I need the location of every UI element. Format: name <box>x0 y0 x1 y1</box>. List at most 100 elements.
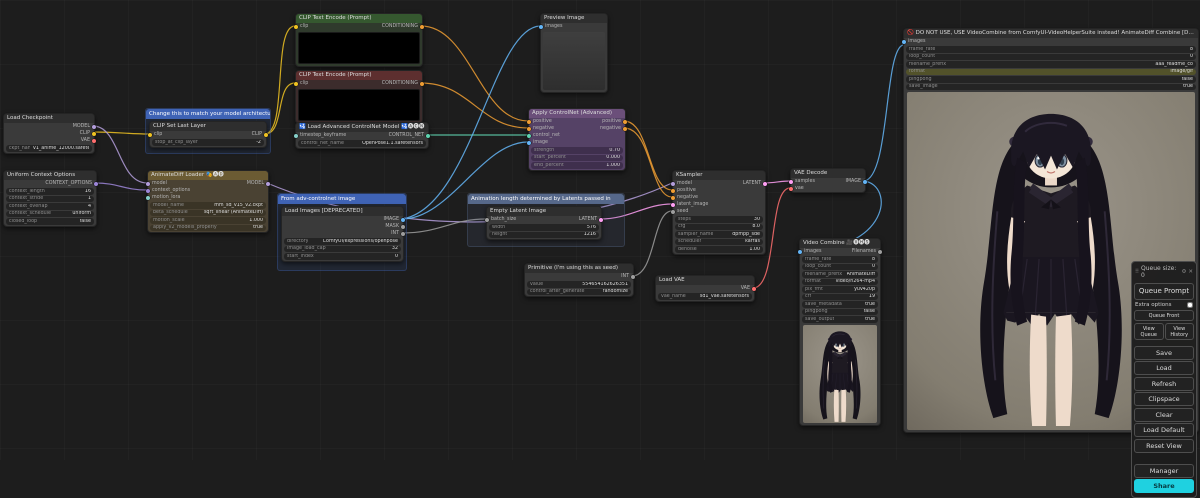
queue-front-button[interactable]: Queue Front <box>1134 310 1194 321</box>
load-adv-controlnet-widget-control_net_name[interactable]: control_net_name OpenPose1.1.safetensors <box>298 140 426 147</box>
empty-latent-image-widget-height[interactable]: height 1216 <box>489 231 599 238</box>
empty-latent-image-widget-width[interactable]: width 576 <box>489 224 599 231</box>
vae-decode[interactable]: VAE Decode samples IMAGE vae <box>789 168 867 193</box>
uniform-context-options-widget-context_overlap[interactable]: context_overlap 4 <box>6 203 94 210</box>
load-vae[interactable]: Load VAE VAE vae_name sd1_vae.safetensors <box>655 275 756 302</box>
refresh-button[interactable]: Refresh <box>1134 376 1194 391</box>
animatediff-loader-widget-apply_v2_models_properly[interactable]: apply_v2_models_properly true <box>150 224 266 231</box>
animatediff-combine-deprecated-widget-save_image[interactable]: save_image true <box>906 83 1196 90</box>
model-input-dot[interactable] <box>146 181 150 186</box>
clip-input-dot[interactable] <box>294 24 298 29</box>
animatediff-loader[interactable]: AnimateDiff Loader 🎭🅐🅓 model MODEL context_… <box>146 170 270 233</box>
video-combine-widget-pingpong[interactable]: pingpong false <box>802 308 878 315</box>
INT-output-dot[interactable] <box>631 274 635 279</box>
ksampler-widget-cfg[interactable]: cfg 8.0 <box>675 223 763 230</box>
timestep_keyframe-input-dot[interactable] <box>294 133 298 138</box>
uniform-context-options-widget-closed_loop[interactable]: closed_loop false <box>6 218 94 225</box>
apply-controlnet-widget-start_percent[interactable]: start_percent 0.000 <box>531 154 623 161</box>
load-adv-controlnet[interactable]: 🛂 Load Advanced ControlNet Model 🛂🅐🅒🅝 tim… <box>294 122 430 149</box>
animatediff-combine-deprecated-widget-pingpong[interactable]: pingpong false <box>906 76 1196 83</box>
load-default-button[interactable]: Load Default <box>1134 423 1194 437</box>
ksampler-widget-sampler_name[interactable]: sampler_name dpmpp_sde <box>675 231 763 238</box>
video-combine[interactable]: Video Combine 🎥🅥🅗🅢 images Filenames frame_r… <box>798 238 882 426</box>
preview-image[interactable]: Preview Image images <box>539 13 608 93</box>
video-combine-widget-pix_fmt[interactable]: pix_fmt yuv420p <box>802 286 878 293</box>
empty-latent-image[interactable]: Empty Latent Image batch_size LATENT width 5… <box>485 206 603 240</box>
MODEL-output-dot[interactable] <box>266 181 270 186</box>
LATENT-output-dot[interactable] <box>599 217 603 222</box>
view-queue-button[interactable]: View Queue <box>1134 323 1164 340</box>
manager-button[interactable]: Manager <box>1134 463 1194 478</box>
video-combine-widget-save_output[interactable]: save_output true <box>802 316 878 323</box>
animatediff-loader-widget-motion_scale[interactable]: motion_scale 1.000 <box>150 217 266 224</box>
batch_size-input-dot[interactable] <box>485 217 489 222</box>
reset-view-button[interactable]: Reset View <box>1134 438 1194 453</box>
CLIP-output-dot[interactable] <box>264 132 268 137</box>
context_options-input-dot[interactable] <box>146 188 150 193</box>
image-input-dot[interactable] <box>527 140 531 145</box>
video-combine-widget-filename_prefix[interactable]: filename_prefix AnimateDiff <box>802 271 878 278</box>
images-input-dot[interactable] <box>798 249 802 254</box>
primitive-seed[interactable]: Primitive (I'm using this as seed) INT val… <box>524 263 635 297</box>
IMAGE-output-dot[interactable] <box>863 179 867 184</box>
seed-input-dot[interactable] <box>671 209 675 214</box>
animatediff-combine-deprecated-widget-filename_prefix[interactable]: filename_prefix aaa_readme_co <box>906 61 1196 68</box>
images-input-dot[interactable] <box>539 24 543 29</box>
close-icon[interactable]: ✕ <box>1188 269 1193 275</box>
INT-output-dot[interactable] <box>401 231 405 236</box>
latent_image-input-dot[interactable] <box>671 202 675 207</box>
control_net-input-dot[interactable] <box>527 133 531 138</box>
clip-input-dot[interactable] <box>294 81 298 86</box>
negative-input-dot[interactable] <box>671 195 675 200</box>
positive-output-dot[interactable] <box>623 119 627 124</box>
CONDITIONING-output-dot[interactable] <box>420 81 424 86</box>
MODEL-output-dot[interactable] <box>92 124 96 129</box>
model-input-dot[interactable] <box>671 181 675 186</box>
extra-options-checkbox[interactable] <box>1187 302 1193 308</box>
VAE-output-dot[interactable] <box>92 138 96 143</box>
primitive-seed-widget-control_after_generate[interactable]: control_after_generate randomize <box>527 288 631 295</box>
share-button[interactable]: Share <box>1134 479 1194 493</box>
apply-controlnet-widget-strength[interactable]: strength 0.70 <box>531 147 623 154</box>
MASK-output-dot[interactable] <box>401 224 405 229</box>
clip-set-last-layer[interactable]: CLIP Set Last Layer clip CLIP stop_at_clip_… <box>148 121 268 148</box>
view-history-button[interactable]: View History <box>1164 323 1194 340</box>
prompt-textarea[interactable] <box>298 89 420 121</box>
ksampler-widget-denoise[interactable]: denoise 1.00 <box>675 246 763 253</box>
Filenames-output-dot[interactable] <box>878 249 882 254</box>
load-images-deprecated-widget-start_index[interactable]: start_index 0 <box>284 253 401 260</box>
negative-output-dot[interactable] <box>623 126 627 131</box>
load-images-deprecated[interactable]: Load Images [DEPRECATED] IMAGE MASK INT dire… <box>281 206 405 262</box>
uniform-context-options[interactable]: Uniform Context Options CONTEXT_OPTIONS co… <box>3 170 98 227</box>
animatediff-combine-deprecated-widget-format[interactable]: format image/gif <box>906 68 1196 75</box>
LATENT-output-dot[interactable] <box>763 181 767 186</box>
drag-handle-icon[interactable]: ⠿ <box>1135 269 1139 275</box>
video-combine-widget-crf[interactable]: crf 19 <box>802 293 878 300</box>
apply-controlnet[interactable]: Apply ControlNet (Advanced) positive posit… <box>527 108 627 171</box>
load-checkpoint[interactable]: Load CheckpointMODEL CLIP VAE ckpt_namev1_a… <box>3 113 96 154</box>
ksampler-widget-steps[interactable]: steps 30 <box>675 216 763 223</box>
clear-button[interactable]: Clear <box>1134 407 1194 422</box>
animatediff-loader-widget-model_name[interactable]: model_name mm_sd_v15_v2.ckpt <box>150 202 266 209</box>
settings-gear-icon[interactable]: ⚙ <box>1181 269 1186 275</box>
vae-input-dot[interactable] <box>789 186 793 191</box>
load-vae-widget-vae_name[interactable]: vae_name sd1_vae.safetensors <box>658 293 752 300</box>
CONTROL_NET-output-dot[interactable] <box>426 133 430 138</box>
primitive-seed-widget-value[interactable]: value 554654162626351 <box>527 281 631 288</box>
uniform-context-options-widget-context_length[interactable]: context_length 16 <box>6 188 94 195</box>
clip-text-encode-negative[interactable]: CLIP Text Encode (Prompt) clip CONDITIONIN… <box>294 70 424 124</box>
CLIP-output-dot[interactable] <box>92 131 96 136</box>
load-checkpoint-widget-ckpt_name[interactable]: ckpt_namev1_anime_12000.safetensors <box>6 145 92 152</box>
apply-controlnet-widget-end_percent[interactable]: end_percent 1.000 <box>531 162 623 169</box>
clip-text-encode-positive[interactable]: CLIP Text Encode (Prompt) clip CONDITIONIN… <box>294 13 424 67</box>
video-combine-widget-frame_rate[interactable]: frame_rate 8 <box>802 256 878 263</box>
animatediff-loader-widget-beta_schedule[interactable]: beta_schedule sqrt_linear (AnimateDiff) <box>150 209 266 216</box>
motion_lora-input-dot[interactable] <box>146 195 150 200</box>
CONDITIONING-output-dot[interactable] <box>420 24 424 29</box>
node-canvas[interactable]: Change this to match your model architec… <box>0 0 1200 460</box>
ksampler-widget-scheduler[interactable]: scheduler karras <box>675 238 763 245</box>
load-images-deprecated-widget-directory[interactable]: directory ComfyUI/expressions/openpose <box>284 238 401 245</box>
clip-set-last-layer-widget-stop_at_clip_layer[interactable]: stop_at_clip_layer -2 <box>152 139 264 146</box>
IMAGE-output-dot[interactable] <box>401 217 405 222</box>
load-images-deprecated-widget-image_load_cap[interactable]: image_load_cap 32 <box>284 245 401 252</box>
